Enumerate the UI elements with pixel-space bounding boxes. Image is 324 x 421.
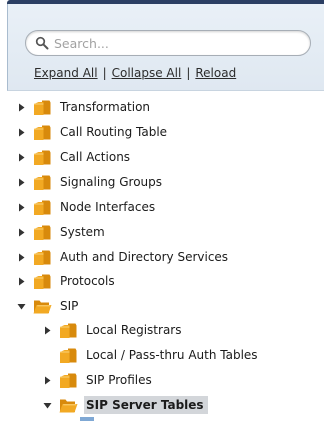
- expand-triangle-icon[interactable]: [43, 326, 52, 335]
- tree-node-label[interactable]: Auth and Directory Services: [58, 248, 232, 266]
- collapse-triangle-icon[interactable]: [17, 302, 26, 311]
- folder-icon: [60, 323, 77, 338]
- tree-node-label[interactable]: SIP Server Tables: [84, 396, 208, 414]
- expand-triangle-icon[interactable]: [17, 128, 26, 137]
- folder-icon: [34, 100, 51, 115]
- tree-node-label[interactable]: Node Interfaces: [58, 198, 159, 216]
- expand-triangle-icon[interactable]: [17, 203, 26, 212]
- search-icon: [35, 36, 49, 50]
- tree-node-auth-and-directory-services[interactable]: Auth and Directory Services: [17, 246, 232, 268]
- tree-node-label[interactable]: System: [58, 223, 109, 241]
- tree-node-label[interactable]: Call Actions: [58, 148, 134, 166]
- expand-triangle-icon[interactable]: [17, 277, 26, 286]
- tree-node-transformation[interactable]: Transformation: [17, 96, 154, 118]
- separator: |: [102, 66, 107, 80]
- tree-node-label[interactable]: Local Registrars: [84, 321, 185, 339]
- tree-node-label[interactable]: SIP: [58, 297, 82, 315]
- separator: |: [186, 66, 191, 80]
- expand-triangle-icon[interactable]: [17, 103, 26, 112]
- search-box[interactable]: [25, 30, 311, 56]
- tree-node-node-interfaces[interactable]: Node Interfaces: [17, 196, 159, 218]
- tree-node-sip-profiles[interactable]: SIP Profiles: [43, 369, 156, 391]
- search-input[interactable]: [54, 34, 304, 52]
- tree-node-sip-server-tables[interactable]: SIP Server Tables: [43, 394, 208, 416]
- tree-node-label[interactable]: Transformation: [58, 98, 154, 116]
- tree-node-sip[interactable]: SIP: [17, 295, 82, 317]
- expand-all-link[interactable]: Expand All: [34, 66, 98, 80]
- expand-triangle-icon[interactable]: [17, 178, 26, 187]
- tree-node-protocols[interactable]: Protocols: [17, 270, 119, 292]
- folder-icon: [34, 125, 51, 140]
- folder-icon: [34, 175, 51, 190]
- tree-node-label[interactable]: SIP Profiles: [84, 371, 156, 389]
- tree-node-label[interactable]: Signaling Groups: [58, 173, 166, 191]
- tree-node-system[interactable]: System: [17, 221, 109, 243]
- child-node-icon-partial: [80, 417, 94, 421]
- tree-node-signaling-groups[interactable]: Signaling Groups: [17, 171, 166, 193]
- expand-triangle-icon[interactable]: [17, 253, 26, 262]
- tree-node-local-pass-thru-auth-tables[interactable]: Local / Pass-thru Auth Tables: [43, 344, 262, 366]
- tree-node-call-routing-table[interactable]: Call Routing Table: [17, 121, 171, 143]
- tree-node-label[interactable]: Protocols: [58, 272, 119, 290]
- collapse-all-link[interactable]: Collapse All: [112, 66, 182, 80]
- collapse-triangle-icon[interactable]: [43, 401, 52, 410]
- folder-icon: [60, 373, 77, 388]
- tree-node-label[interactable]: Local / Pass-thru Auth Tables: [84, 346, 262, 364]
- expand-triangle-icon[interactable]: [17, 153, 26, 162]
- tree-actions: Expand All | Collapse All | Reload: [34, 66, 236, 80]
- tree-node-label[interactable]: Call Routing Table: [58, 123, 171, 141]
- folder-open-icon: [59, 399, 78, 412]
- folder-icon: [34, 150, 51, 165]
- folder-icon: [60, 348, 77, 363]
- tree-node-local-registrars[interactable]: Local Registrars: [43, 319, 185, 341]
- reload-link[interactable]: Reload: [195, 66, 236, 80]
- folder-open-icon: [33, 300, 52, 313]
- folder-icon: [34, 250, 51, 265]
- folder-icon: [34, 225, 51, 240]
- expand-triangle-icon[interactable]: [17, 228, 26, 237]
- folder-icon: [34, 200, 51, 215]
- expand-triangle-icon[interactable]: [43, 376, 52, 385]
- tree-node-call-actions[interactable]: Call Actions: [17, 146, 134, 168]
- navigation-tree-panel: Expand All | Collapse All | Reload Transform…: [0, 0, 324, 421]
- folder-icon: [34, 274, 51, 289]
